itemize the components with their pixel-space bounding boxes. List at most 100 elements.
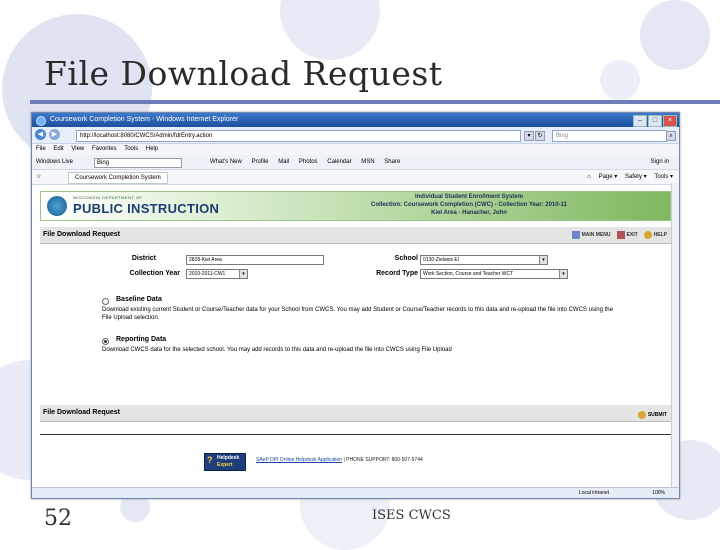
banner-collection: Collection: Coursework Completion (CWC) … [371, 202, 567, 208]
link-profile[interactable]: Profile [252, 159, 269, 165]
link-photos[interactable]: Photos [299, 159, 318, 165]
phone-support: | PHONE SUPPORT: 800-507-5744 [343, 457, 423, 463]
main-menu-label: MAIN MENU [581, 232, 611, 238]
search-icon[interactable]: ⌕ [666, 131, 676, 141]
window-controls: – □ × [633, 115, 677, 127]
sign-in-link[interactable]: Sign in [651, 155, 669, 169]
chevron-down-icon[interactable]: ▾ [539, 256, 547, 264]
menu-tools[interactable]: Tools [124, 146, 138, 152]
slide-number: 52 [44, 506, 72, 531]
minimize-button[interactable]: – [633, 115, 647, 127]
menu-bar: File Edit View Favorites Tools Help [32, 144, 679, 155]
record-type-value: Work Section, Course and Teacher WCT [423, 271, 514, 277]
windows-live-links: What's New Profile Mail Photos Calendar … [210, 155, 408, 169]
dpi-banner: WISCONSIN DEPARTMENT OF PUBLIC INSTRUCTI… [40, 191, 671, 221]
decor-circle [280, 0, 380, 60]
page-menu[interactable]: Page ▾ [599, 174, 618, 180]
header-actions: MAIN MENU EXIT HELP [571, 227, 667, 243]
baseline-label: Baseline Data [116, 296, 162, 303]
support-line: SAeP DPI Online Helpdesk Application | P… [256, 457, 423, 463]
chevron-down-icon[interactable]: ▾ [239, 270, 247, 278]
link-share[interactable]: Share [384, 159, 400, 165]
record-type-label: Record Type [376, 270, 418, 277]
school-value: 0130-Zielanis El [423, 257, 459, 263]
helpdesk-link[interactable]: SAeP DPI Online Helpdesk Application [256, 457, 342, 463]
home-icon[interactable]: ⌂ [587, 174, 591, 180]
collection-year-select[interactable]: 2010-2011-CW1 ▾ [186, 269, 248, 279]
vertical-scrollbar[interactable] [671, 183, 679, 488]
dropdown-icon[interactable]: ▾ [524, 131, 534, 141]
decor-circle [640, 0, 710, 70]
divider [40, 434, 671, 435]
windows-live-label: Windows Live [36, 159, 74, 165]
favorites-bar: ☆ Coursework Completion System ⌂ Page ▾ … [32, 170, 679, 185]
menu-favorites[interactable]: Favorites [92, 146, 117, 152]
favorites-star-icon[interactable]: ☆ [36, 170, 41, 184]
chevron-down-icon[interactable]: ▾ [559, 270, 567, 278]
submit-bar-title: File Download Request [43, 409, 121, 416]
address-bar: ◀ ▶ http://localhost:8080/CWCS/Admin/fdr… [32, 127, 679, 144]
baseline-option: Baseline Data Download existing current … [40, 296, 671, 330]
slide-footer: ISES CWCS [372, 508, 451, 523]
maximize-button[interactable]: □ [648, 115, 662, 127]
browser-tab[interactable]: Coursework Completion System [68, 172, 168, 184]
menu-file[interactable]: File [36, 146, 46, 152]
main-menu-button[interactable]: MAIN MENU [571, 227, 611, 243]
reporting-label: Reporting Data [116, 336, 167, 343]
close-button[interactable]: × [663, 115, 677, 127]
windows-live-search[interactable]: Bing [94, 158, 182, 168]
menu-edit[interactable]: Edit [53, 146, 63, 152]
decor-circle [600, 60, 640, 100]
safety-menu[interactable]: Safety ▾ [625, 174, 647, 180]
banner-district: Kiel Area - Hanacher, John [431, 210, 507, 216]
url-input[interactable]: http://localhost:8080/CWCS/Admin/fdrEntr… [76, 130, 521, 142]
link-calendar[interactable]: Calendar [327, 159, 351, 165]
record-type-select[interactable]: Work Section, Course and Teacher WCT ▾ [420, 269, 568, 279]
menu-help[interactable]: Help [146, 146, 158, 152]
download-form: District 2828-Kiel Area Collection Year … [40, 252, 671, 292]
forward-arrow-icon[interactable]: ▶ [49, 129, 60, 140]
page-tools: ⌂ Page ▾ Safety ▾ Tools ▾ [581, 170, 673, 184]
help-button[interactable]: HELP [643, 227, 667, 243]
link-mail[interactable]: Mail [278, 159, 289, 165]
submit-button[interactable]: SUBMIT [637, 407, 667, 423]
banner-info: Individual Student Enrollment System Col… [371, 193, 567, 217]
refresh-icon[interactable]: ↻ [535, 131, 545, 141]
link-whats-new[interactable]: What's New [210, 159, 242, 165]
window-title: Coursework Completion System - Windows I… [50, 116, 239, 123]
window-titlebar: Coursework Completion System - Windows I… [32, 113, 679, 127]
exit-button[interactable]: EXIT [616, 227, 638, 243]
exit-icon [616, 230, 625, 239]
back-arrow-icon[interactable]: ◀ [35, 129, 46, 140]
expert-text: Expert [217, 462, 233, 468]
school-label: School [394, 255, 418, 262]
dpi-seal-icon [47, 196, 67, 216]
district-field[interactable]: 2828-Kiel Area [186, 255, 324, 265]
ie-logo-icon [36, 116, 46, 126]
main-menu-icon [571, 230, 580, 239]
logo-title: PUBLIC INSTRUCTION [73, 201, 220, 216]
windows-live-toolbar: Windows Live Bing What's New Profile Mai… [32, 155, 679, 170]
submit-icon [637, 410, 646, 419]
browser-window: Coursework Completion System - Windows I… [31, 112, 680, 499]
reporting-option: Reporting Data Download CWCS data for th… [40, 336, 671, 362]
collection-year-value: 2010-2011-CW1 [189, 271, 226, 277]
zoom-level[interactable]: 100% [652, 488, 665, 498]
status-bar: Local intranet 100% [32, 487, 679, 498]
school-select[interactable]: 0130-Zielanis El ▾ [420, 255, 548, 265]
helpdesk-expert-logo[interactable]: ? Helpdesk Expert [204, 453, 246, 471]
page-heading-bar: File Download Request MAIN MENU EXIT HEL… [40, 227, 671, 244]
exit-label: EXIT [626, 232, 638, 238]
search-input[interactable]: Bing [552, 130, 667, 142]
reporting-radio[interactable] [102, 338, 109, 345]
collection-year-label: Collection Year [129, 270, 180, 277]
baseline-radio[interactable] [102, 298, 109, 305]
link-msn[interactable]: MSN [361, 159, 374, 165]
menu-view[interactable]: View [71, 146, 84, 152]
page-heading: File Download Request [43, 231, 121, 238]
tools-menu[interactable]: Tools ▾ [654, 174, 673, 180]
helpdesk-text: Helpdesk [217, 455, 240, 461]
submit-bar: File Download Request SUBMIT [40, 405, 671, 422]
help-icon [643, 230, 652, 239]
slide-title: File Download Request [44, 54, 443, 93]
